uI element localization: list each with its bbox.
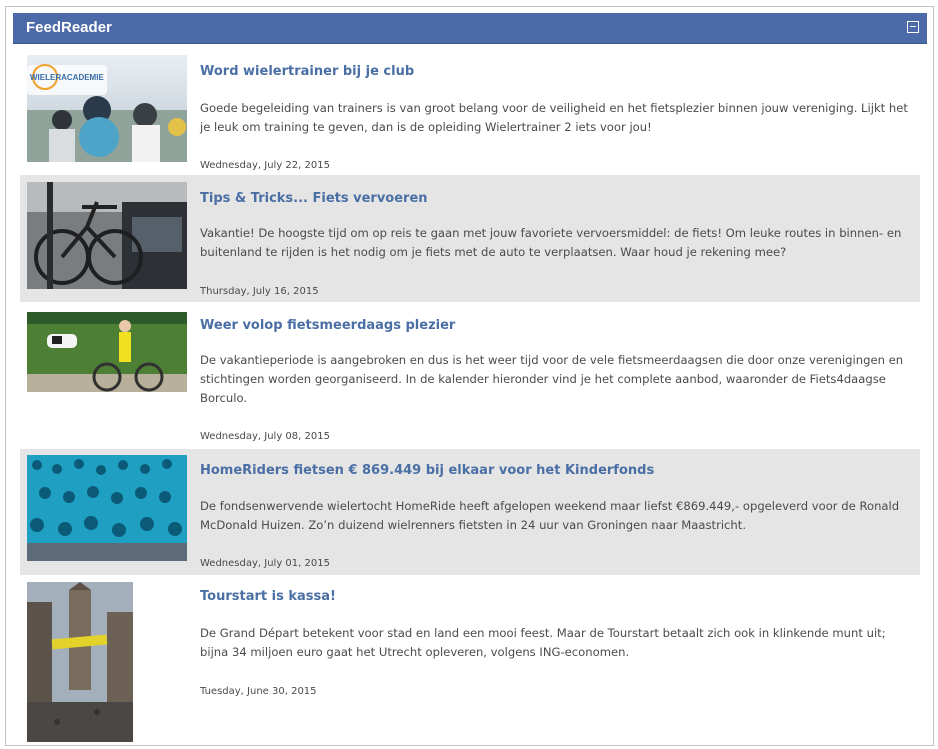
- item-thumbnail[interactable]: [27, 312, 187, 392]
- cyclists-image: WIELERACADEMIE: [27, 55, 187, 162]
- item-date: Thursday, July 16, 2015: [200, 286, 319, 297]
- widget-title: FeedReader: [26, 19, 112, 36]
- item-description: Goede begeleiding van trainers is van gr…: [200, 101, 908, 134]
- widget-titlebar: FeedReader: [13, 13, 927, 44]
- item-title-link[interactable]: HomeRiders fietsen € 869.449 bij elkaar …: [200, 463, 912, 478]
- item-date: Tuesday, June 30, 2015: [200, 686, 317, 697]
- item-title-link[interactable]: Weer volop fietsmeerdaags plezier: [200, 318, 912, 333]
- item-title-link[interactable]: Tourstart is kassa!: [200, 589, 912, 604]
- item-description: De Grand Départ betekent voor stad en la…: [200, 626, 886, 659]
- collapse-icon[interactable]: [907, 21, 919, 33]
- item-date: Wednesday, July 08, 2015: [200, 431, 330, 442]
- item-date: Wednesday, July 01, 2015: [200, 558, 330, 569]
- item-thumbnail[interactable]: [27, 582, 133, 742]
- feed-item: HomeRiders fietsen € 869.449 bij elkaar …: [20, 449, 920, 575]
- item-thumbnail[interactable]: WIELERACADEMIE: [27, 55, 187, 162]
- svg-text:WIELERACADEMIE: WIELERACADEMIE: [30, 73, 104, 82]
- item-description: De fondsenwervende wielertocht HomeRide …: [200, 499, 900, 532]
- feed-item: Tourstart is kassa! De Grand Départ bete…: [20, 577, 920, 745]
- item-thumbnail[interactable]: [27, 455, 187, 561]
- feed-item: Tips & Tricks... Fiets vervoeren Vakanti…: [20, 175, 920, 302]
- item-thumbnail[interactable]: [27, 182, 187, 289]
- item-date: Wednesday, July 22, 2015: [200, 160, 330, 171]
- bike-rack-image: [27, 182, 187, 289]
- item-description: Vakantie! De hoogste tijd om op reis te …: [200, 226, 902, 259]
- cyclist-meadow-image: [27, 312, 187, 392]
- utrecht-dom-tower-image: [27, 582, 133, 742]
- item-title-link[interactable]: Word wielertrainer bij je club: [200, 64, 912, 79]
- feed-item: WIELERACADEMIE Word wielertrainer bij je…: [20, 47, 920, 172]
- homeriders-crowd-image: [27, 455, 187, 561]
- feed-item: Weer volop fietsmeerdaags plezier De vak…: [20, 304, 920, 447]
- item-title-link[interactable]: Tips & Tricks... Fiets vervoeren: [200, 191, 912, 206]
- feedreader-widget: FeedReader WIELERACADEMIE Word wielertra…: [5, 6, 934, 746]
- item-description: De vakantieperiode is aangebroken en dus…: [200, 353, 904, 405]
